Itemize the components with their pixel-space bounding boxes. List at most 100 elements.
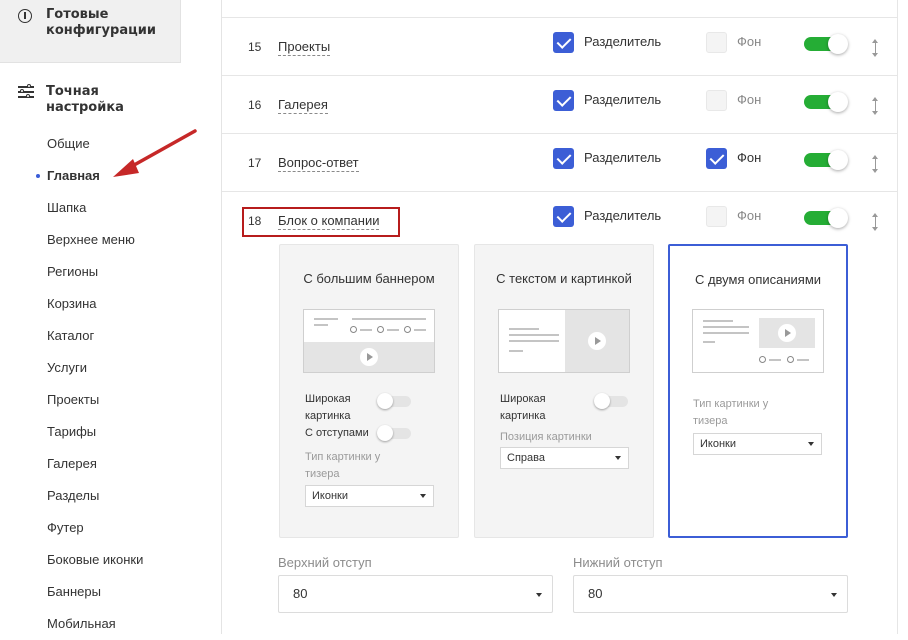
- sidebar-item-regions[interactable]: Регионы: [0, 256, 222, 288]
- separator-checkbox[interactable]: [553, 148, 574, 169]
- row-number: 16: [248, 98, 262, 112]
- bottom-indent-label: Нижний отступ: [573, 555, 663, 570]
- select-value: 80: [588, 586, 603, 601]
- background-checkbox[interactable]: [706, 90, 727, 111]
- ready-configs-icon: [18, 9, 32, 23]
- row-name-link[interactable]: Вопрос-ответ: [278, 155, 359, 172]
- sidebar-item-gallery[interactable]: Галерея: [0, 448, 222, 480]
- drag-handle-icon[interactable]: [871, 39, 881, 57]
- separator-label: Разделитель: [584, 208, 662, 223]
- sidebar-item-label: Регионы: [47, 264, 99, 279]
- background-label: Фон: [737, 150, 762, 165]
- select-value: 80: [293, 586, 308, 601]
- ready-configs-label: Готовые конфигурации: [46, 7, 156, 38]
- sidebar-item-banners[interactable]: Баннеры: [0, 576, 222, 608]
- sidebar-item-label: Боковые иконки: [47, 552, 144, 567]
- row-name-link[interactable]: Галерея: [278, 97, 328, 114]
- wide-image-toggle[interactable]: [377, 393, 411, 409]
- background-label: Фон: [737, 92, 762, 107]
- sidebar-item-mobile[interactable]: Мобильная: [0, 608, 222, 640]
- bottom-indent-select[interactable]: 80: [573, 575, 848, 613]
- enable-toggle[interactable]: [804, 34, 848, 54]
- sidebar-item-catalog[interactable]: Каталог: [0, 320, 222, 352]
- blocks-list: 15 Проекты Разделитель Фон 16 Галерея Ра…: [222, 0, 908, 634]
- background-checkbox[interactable]: [706, 32, 727, 53]
- select-value: Справа: [507, 452, 545, 464]
- select-value: Иконки: [700, 438, 736, 450]
- top-indent-select[interactable]: 80: [278, 575, 553, 613]
- row-number: 15: [248, 40, 262, 54]
- chevron-down-icon: [420, 494, 426, 498]
- layout-preview-image: [498, 309, 630, 373]
- sliders-icon: [18, 84, 34, 98]
- enable-toggle[interactable]: [804, 208, 848, 228]
- teaser-type-select[interactable]: Иконки: [305, 485, 434, 507]
- layout-preview-image: [692, 309, 824, 373]
- list-item: 17 Вопрос-ответ Разделитель Фон: [222, 133, 897, 191]
- wide-image-label: Широкая картинка: [305, 393, 351, 422]
- select-value: Иконки: [312, 490, 348, 502]
- sidebar-item-label: Шапка: [47, 200, 87, 215]
- sidebar: Готовые конфигурации Точная настройка Об…: [0, 0, 222, 634]
- background-checkbox[interactable]: [706, 148, 727, 169]
- row-name-link[interactable]: Проекты: [278, 39, 331, 56]
- enable-toggle[interactable]: [804, 92, 848, 112]
- drag-handle-icon[interactable]: [871, 155, 881, 173]
- sidebar-item-label: Проекты: [47, 392, 100, 407]
- wide-image-label: Широкая картинка: [500, 393, 546, 422]
- layout-card-two-descriptions[interactable]: С двумя описаниями Тип картинки у тизера…: [668, 244, 848, 538]
- sidebar-item-label: Футер: [47, 520, 84, 535]
- indents-label: С отступами: [305, 427, 369, 439]
- drag-handle-icon[interactable]: [871, 213, 881, 231]
- ready-configs-section[interactable]: Готовые конфигурации: [0, 0, 181, 63]
- chevron-down-icon: [808, 442, 814, 446]
- chevron-down-icon: [536, 593, 542, 597]
- background-checkbox[interactable]: [706, 206, 727, 227]
- sidebar-item-label: Главная: [47, 168, 100, 183]
- sidebar-item-label: Верхнее меню: [47, 232, 135, 247]
- sidebar-item-footer[interactable]: Футер: [0, 512, 222, 544]
- sidebar-item-cart[interactable]: Корзина: [0, 288, 222, 320]
- separator-checkbox[interactable]: [553, 32, 574, 53]
- sidebar-item-label: Общие: [47, 136, 90, 151]
- layout-card-big-banner[interactable]: С большим баннером Широкая картинка С от…: [279, 244, 459, 538]
- separator-label: Разделитель: [584, 34, 662, 49]
- list-item-previous: [222, 0, 897, 18]
- sidebar-item-projects[interactable]: Проекты: [0, 384, 222, 416]
- sidebar-item-header[interactable]: Шапка: [0, 192, 222, 224]
- sidebar-item-label: Каталог: [47, 328, 95, 343]
- sidebar-item-side-icons[interactable]: Боковые иконки: [0, 544, 222, 576]
- red-arrow-annotation: [113, 129, 197, 177]
- drag-handle-icon[interactable]: [871, 97, 881, 115]
- sidebar-item-sections[interactable]: Разделы: [0, 480, 222, 512]
- fine-tuning-label: Точная настройка: [46, 84, 124, 115]
- separator-checkbox[interactable]: [553, 206, 574, 227]
- row-number: 17: [248, 156, 262, 170]
- teaser-type-label: Тип картинки у тизера: [693, 398, 769, 427]
- sidebar-item-label: Услуги: [47, 360, 87, 375]
- content-right-border: [897, 0, 898, 634]
- sidebar-item-top-menu[interactable]: Верхнее меню: [0, 224, 222, 256]
- teaser-type-select[interactable]: Иконки: [693, 433, 822, 455]
- sidebar-item-services[interactable]: Услуги: [0, 352, 222, 384]
- sidebar-item-tariffs[interactable]: Тарифы: [0, 416, 222, 448]
- chevron-down-icon: [615, 456, 621, 460]
- separator-label: Разделитель: [584, 92, 662, 107]
- sidebar-item-label: Тарифы: [47, 424, 97, 439]
- red-highlight-box: [242, 207, 400, 237]
- image-position-select[interactable]: Справа: [500, 447, 629, 469]
- sidebar-item-label: Разделы: [47, 488, 100, 503]
- background-label: Фон: [737, 34, 762, 49]
- active-dot-icon: [36, 174, 40, 178]
- wide-image-toggle[interactable]: [594, 393, 628, 409]
- card-title: С текстом и картинкой: [496, 271, 632, 286]
- separator-checkbox[interactable]: [553, 90, 574, 111]
- image-position-label: Позиция картинки: [500, 431, 592, 443]
- layout-card-text-image[interactable]: С текстом и картинкой Широкая картинка П…: [474, 244, 654, 538]
- enable-toggle[interactable]: [804, 150, 848, 170]
- sidebar-item-label: Галерея: [47, 456, 97, 471]
- sidebar-item-label: Корзина: [47, 296, 97, 311]
- chevron-down-icon: [831, 593, 837, 597]
- indents-toggle[interactable]: [377, 425, 411, 441]
- background-label: Фон: [737, 208, 762, 223]
